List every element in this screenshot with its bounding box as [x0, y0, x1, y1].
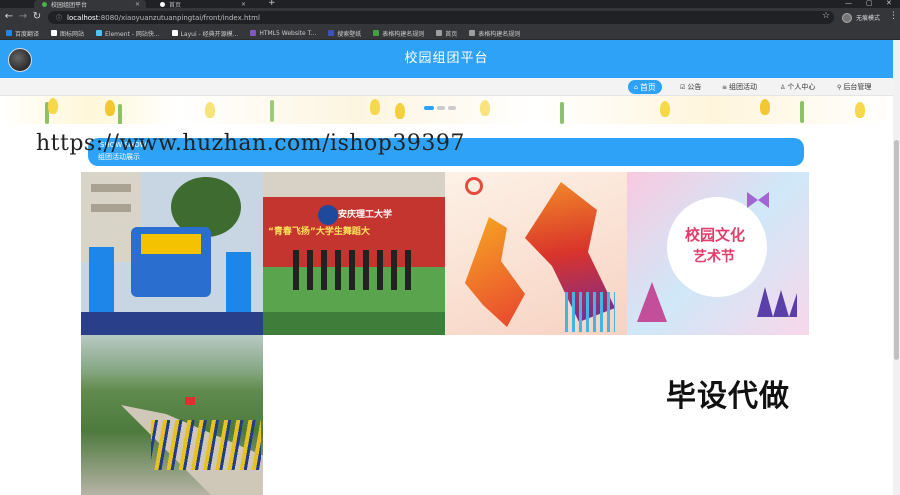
- info-icon: ⓘ: [56, 15, 63, 22]
- site-title: 校园组团平台: [404, 51, 489, 66]
- bookmark-icon: [469, 30, 476, 36]
- close-window-icon[interactable]: ✕: [886, 0, 892, 7]
- banner-flower: [660, 101, 670, 117]
- activity-tile[interactable]: [445, 172, 627, 335]
- reload-icon[interactable]: ↻: [30, 11, 44, 22]
- tile-text: 艺术节: [693, 249, 735, 265]
- watermark-text: https://www.huzhan.com/ishop39397: [36, 131, 465, 156]
- banner-flower: [48, 98, 58, 114]
- bookmark-item[interactable]: 百度翻译: [6, 29, 39, 38]
- bookmark-icon: [436, 30, 443, 36]
- banner-flower: [370, 99, 380, 115]
- tile-text: “青春飞扬”大学生舞蹈大: [268, 227, 370, 237]
- bookmark-label: 图标网站: [60, 30, 85, 38]
- bookmark-item[interactable]: 首页: [436, 29, 457, 38]
- list-icon: ≡: [722, 83, 728, 91]
- activity-tile[interactable]: [81, 172, 263, 335]
- carousel-banner[interactable]: [0, 96, 893, 124]
- url-host: localhost: [67, 13, 99, 22]
- bookmark-label: 首页: [445, 30, 458, 38]
- url-path: :8080/xiaoyuanzutuanpingtai/front/index.…: [98, 13, 260, 22]
- carousel-dot-active[interactable]: [424, 106, 434, 110]
- bookmark-label: Layui - 经典开源模...: [180, 30, 239, 38]
- promo-text: 毕设代做: [666, 379, 790, 414]
- banner-leaf: [270, 100, 274, 122]
- scrollbar-thumb[interactable]: [894, 140, 899, 360]
- carousel-dot[interactable]: [437, 106, 445, 110]
- close-tab-icon[interactable]: ✕: [241, 1, 246, 8]
- link-icon: ⚲: [837, 83, 842, 91]
- banner-flower: [760, 99, 770, 115]
- bookmark-icon: [51, 30, 58, 36]
- browser-window: 校园组团平台 ✕ 首页 ✕ + — ▢ ✕ ← → ↻ ⓘ localhost …: [0, 0, 900, 495]
- bookmark-label: HTML5 Website T...: [259, 29, 317, 37]
- address-bar[interactable]: ⓘ localhost :8080/xiaoyuanzutuanpingtai/…: [48, 11, 834, 24]
- bookmark-icon: [250, 30, 257, 36]
- forward-arrow-icon[interactable]: →: [16, 11, 30, 22]
- web-page: 校园组团平台 ⌂ 首页 ☑ 公告 ≡ 组团活动 ♙ 个人中心 ⚲ 后台管理 SH…: [0, 40, 893, 495]
- bookmark-item[interactable]: 表格构建名规则: [469, 29, 520, 38]
- minimize-icon[interactable]: —: [845, 0, 852, 7]
- maximize-icon[interactable]: ▢: [866, 0, 873, 7]
- tile-text: 安庆理工大学: [338, 210, 393, 220]
- bookmark-item[interactable]: Layui - 经典开源模...: [171, 29, 239, 38]
- activity-tile[interactable]: 校园文化 艺术节: [627, 172, 809, 335]
- tile-text: 校园文化: [685, 226, 746, 244]
- nav-item-personal-center[interactable]: ♙ 个人中心: [780, 80, 815, 94]
- bookmark-label: 表格构建名规则: [478, 30, 521, 38]
- banner-flower: [105, 100, 115, 116]
- bookmark-star-icon[interactable]: ☆: [822, 11, 830, 21]
- carousel-dot[interactable]: [448, 106, 456, 110]
- incognito-avatar-icon[interactable]: [842, 13, 852, 23]
- banner-flower: [205, 102, 215, 118]
- bookmark-item[interactable]: 图标网站: [51, 29, 84, 38]
- activity-tile[interactable]: 安庆理工大学 “青春飞扬”大学生舞蹈大: [263, 172, 445, 335]
- globe-icon: [160, 1, 165, 7]
- bookmark-icon: [171, 30, 178, 36]
- carousel-indicators: [424, 106, 456, 110]
- bookmark-item[interactable]: Element - 网站快...: [96, 29, 160, 38]
- page-scrollbar[interactable]: [893, 40, 900, 495]
- address-row: ← → ↻ ⓘ localhost :8080/xiaoyuanzutuanpi…: [0, 8, 900, 27]
- bookmark-label: 表格构建名规则: [382, 30, 425, 38]
- user-icon: ♙: [780, 83, 786, 91]
- site-nav: ⌂ 首页 ☑ 公告 ≡ 组团活动 ♙ 个人中心 ⚲ 后台管理: [0, 78, 893, 96]
- bookmark-label: Element - 网站快...: [105, 30, 160, 38]
- checkbox-icon: ☑: [680, 83, 686, 91]
- banner-leaf: [800, 101, 804, 123]
- bookmark-item[interactable]: 表格构建名规则: [373, 29, 424, 38]
- banner-flower: [395, 103, 405, 119]
- new-tab-button[interactable]: +: [268, 0, 276, 8]
- activity-gallery: 安庆理工大学 “青春飞扬”大学生舞蹈大 校园文化 艺术节: [81, 172, 812, 495]
- nav-item-group-activities[interactable]: ≡ 组团活动: [722, 80, 757, 94]
- banner-leaf: [118, 104, 122, 124]
- banner-flower: [480, 100, 490, 116]
- bookmarks-bar: 百度翻译 图标网站 Element - 网站快... Layui - 经典开源模...…: [0, 27, 900, 40]
- banner-leaf: [560, 102, 564, 124]
- bookmark-icon: [96, 30, 103, 36]
- bookmark-item[interactable]: HTML5 Website T...: [250, 30, 316, 37]
- tab-strip: 校园组团平台 ✕ 首页 ✕ + — ▢ ✕: [0, 0, 900, 9]
- bookmark-icon: [6, 30, 12, 36]
- bookmark-icon: [373, 30, 380, 36]
- browser-tab-inactive[interactable]: 首页 ✕: [152, 0, 252, 9]
- browser-tab-active[interactable]: 校园组团平台 ✕: [34, 0, 146, 9]
- nav-item-announcements[interactable]: ☑ 公告: [680, 80, 701, 94]
- site-favicon-icon: [42, 1, 47, 7]
- browser-menu-icon[interactable]: ⋮: [889, 11, 898, 21]
- bookmark-icon: [328, 30, 335, 36]
- bookmark-label: 百度翻译: [15, 30, 40, 38]
- nav-item-home[interactable]: ⌂ 首页: [628, 80, 662, 94]
- site-header: 校园组团平台: [0, 40, 893, 78]
- bookmark-item[interactable]: 搜索壁纸: [328, 29, 361, 38]
- bookmark-label: 搜索壁纸: [337, 30, 362, 38]
- activity-tile[interactable]: [81, 335, 263, 495]
- nav-item-admin[interactable]: ⚲ 后台管理: [837, 80, 871, 94]
- profile-label[interactable]: 无痕模式: [856, 13, 880, 22]
- close-tab-icon[interactable]: ✕: [135, 1, 140, 8]
- banner-flower: [855, 102, 865, 118]
- home-icon: ⌂: [634, 83, 638, 91]
- back-arrow-icon[interactable]: ←: [2, 11, 16, 22]
